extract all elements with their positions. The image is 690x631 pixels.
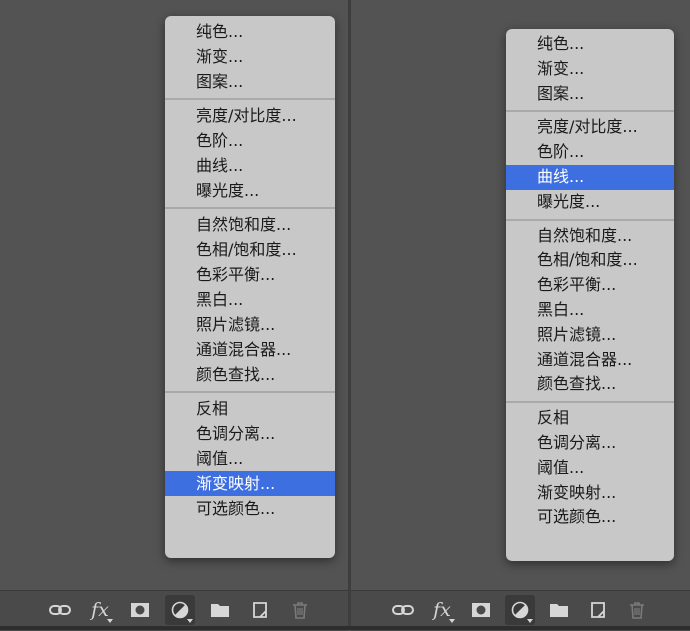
menu-item-颜色查找[interactable]: 颜色查找... <box>506 372 674 397</box>
menu-item-曝光度[interactable]: 曝光度... <box>165 178 335 203</box>
new-layer-icon-glyph <box>591 602 605 618</box>
menu-item-可选颜色[interactable]: 可选颜色... <box>506 505 674 530</box>
menu-item-图案[interactable]: 图案... <box>165 69 335 94</box>
menu-separator <box>506 397 674 406</box>
trash-icon-glyph <box>630 602 644 619</box>
menu-item-黑白[interactable]: 黑白... <box>506 298 674 323</box>
menu-item-黑白[interactable]: 黑白... <box>165 287 335 312</box>
menu-item-照片滤镜[interactable]: 照片滤镜... <box>165 312 335 337</box>
adjustment-layer-icon-glyph <box>511 601 529 619</box>
menu-separator <box>506 106 674 115</box>
fx-icon[interactable]: fx <box>427 595 457 625</box>
add-mask-icon-glyph <box>472 603 490 617</box>
menu-item-渐变映射[interactable]: 渐变映射... <box>165 471 335 496</box>
menu-separator <box>165 387 335 396</box>
adjustment-layer-menu: 纯色... 渐变... 图案... 亮度/对比度... 色阶... 曲线... 曝光度...… <box>506 29 674 561</box>
menu-item-反相[interactable]: 反相 <box>165 396 335 421</box>
menu-item-色阶[interactable]: 色阶... <box>506 140 674 165</box>
trash-icon <box>622 595 652 625</box>
fx-icon[interactable]: fx <box>85 595 115 625</box>
adjustment-layer-icon[interactable] <box>505 595 535 625</box>
menu-item-阈值[interactable]: 阈值... <box>506 456 674 481</box>
menu-separator <box>506 215 674 224</box>
menu-item-自然饱和度[interactable]: 自然饱和度... <box>506 224 674 249</box>
menu-item-可选颜色[interactable]: 可选颜色... <box>165 496 335 521</box>
menu-item-色阶[interactable]: 色阶... <box>165 128 335 153</box>
adjustment-layer-menu: 纯色... 渐变... 图案... 亮度/对比度... 色阶... 曲线... 曝光度...… <box>165 16 335 558</box>
menu-item-纯色[interactable]: 纯色... <box>506 32 674 57</box>
menu-item-亮度-对比度[interactable]: 亮度/对比度... <box>506 115 674 140</box>
layers-toolbar: fx <box>0 590 348 631</box>
submenu-marker <box>187 619 193 623</box>
link-layers-icon[interactable] <box>388 595 418 625</box>
layers-toolbar: fx <box>351 590 690 631</box>
submenu-marker <box>527 619 533 623</box>
group-folder-icon[interactable] <box>544 595 574 625</box>
group-folder-icon-glyph <box>211 604 229 617</box>
trash-icon-glyph <box>293 602 307 619</box>
bottom-strip <box>0 626 690 630</box>
layers-panel-right: 纯色... 渐变... 图案... 亮度/对比度... 色阶... 曲线... 曝光度...… <box>351 0 690 631</box>
menu-item-反相[interactable]: 反相 <box>506 406 674 431</box>
menu-item-曲线[interactable]: 曲线... <box>165 153 335 178</box>
submenu-marker <box>449 619 455 623</box>
menu-item-色相-饱和度[interactable]: 色相/饱和度... <box>165 237 335 262</box>
link-layers-icon-glyph <box>392 605 414 615</box>
group-folder-icon-glyph <box>550 604 568 617</box>
link-layers-icon-glyph <box>49 605 71 615</box>
link-layers-icon[interactable] <box>45 595 75 625</box>
menu-item-纯色[interactable]: 纯色... <box>165 19 335 44</box>
new-layer-icon[interactable] <box>245 595 275 625</box>
adjustment-layer-icon[interactable] <box>165 595 195 625</box>
menu-item-照片滤镜[interactable]: 照片滤镜... <box>506 323 674 348</box>
menu-item-渐变[interactable]: 渐变... <box>506 57 674 82</box>
new-layer-icon[interactable] <box>583 595 613 625</box>
menu-item-图案[interactable]: 图案... <box>506 82 674 107</box>
fx-label: fx <box>433 599 451 621</box>
adjustment-layer-icon-glyph <box>171 601 189 619</box>
layers-panel-left: 纯色... 渐变... 图案... 亮度/对比度... 色阶... 曲线... 曝光度...… <box>0 0 348 631</box>
menu-item-通道混合器[interactable]: 通道混合器... <box>165 337 335 362</box>
submenu-marker <box>107 619 113 623</box>
menu-item-颜色查找[interactable]: 颜色查找... <box>165 362 335 387</box>
menu-item-色彩平衡[interactable]: 色彩平衡... <box>506 273 674 298</box>
add-mask-icon[interactable] <box>125 595 155 625</box>
menu-item-渐变[interactable]: 渐变... <box>165 44 335 69</box>
new-layer-icon-glyph <box>253 602 267 618</box>
add-mask-icon-glyph <box>131 603 149 617</box>
menu-item-曲线[interactable]: 曲线... <box>506 164 674 190</box>
menu-item-亮度-对比度[interactable]: 亮度/对比度... <box>165 103 335 128</box>
menu-item-自然饱和度[interactable]: 自然饱和度... <box>165 212 335 237</box>
menu-item-色调分离[interactable]: 色调分离... <box>506 431 674 456</box>
menu-item-曝光度[interactable]: 曝光度... <box>506 190 674 215</box>
menu-separator <box>165 94 335 103</box>
fx-label: fx <box>91 599 109 621</box>
trash-icon <box>285 595 315 625</box>
menu-item-阈值[interactable]: 阈值... <box>165 446 335 471</box>
add-mask-icon[interactable] <box>466 595 496 625</box>
menu-item-渐变映射[interactable]: 渐变映射... <box>506 481 674 506</box>
menu-item-色相-饱和度[interactable]: 色相/饱和度... <box>506 248 674 273</box>
menu-separator <box>165 203 335 212</box>
menu-item-色彩平衡[interactable]: 色彩平衡... <box>165 262 335 287</box>
menu-item-通道混合器[interactable]: 通道混合器... <box>506 348 674 373</box>
menu-item-色调分离[interactable]: 色调分离... <box>165 421 335 446</box>
group-folder-icon[interactable] <box>205 595 235 625</box>
